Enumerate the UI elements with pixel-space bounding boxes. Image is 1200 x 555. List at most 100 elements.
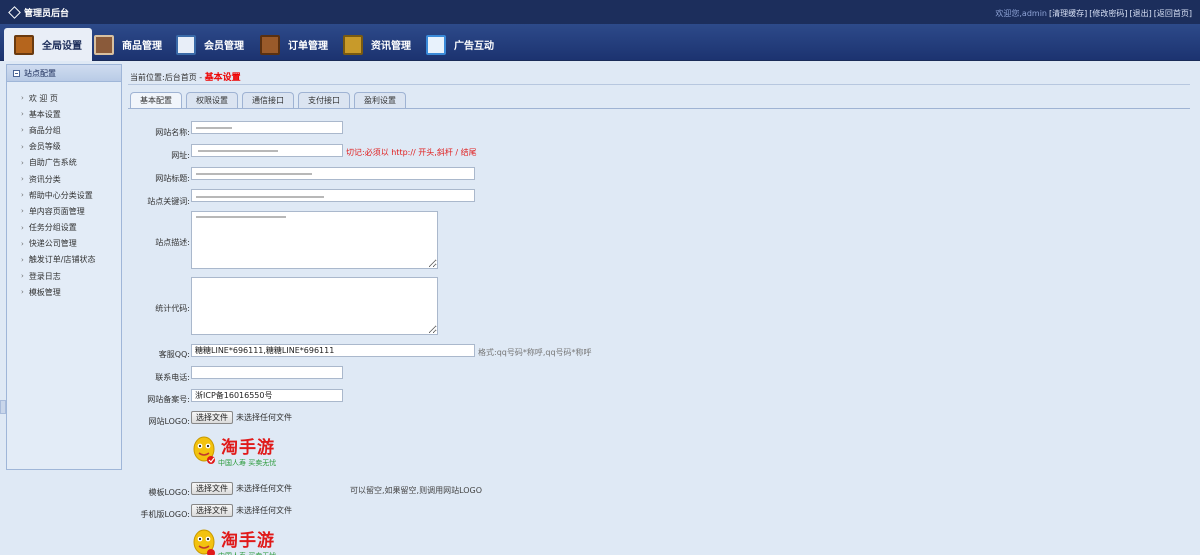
sidebar-item-trigger-status[interactable]: › 触发订单/店铺状态 — [7, 252, 121, 268]
sidebar-item-product-groups[interactable]: › 商品分组 — [7, 122, 121, 138]
sidebar-item-label: 单内容页面管理 — [28, 206, 85, 216]
url-label: 网址: — [171, 151, 190, 160]
template-logo-file-input[interactable]: 选择文件 未选择任何文件 — [191, 482, 292, 495]
stats-code-textarea[interactable] — [191, 277, 438, 335]
sidebar-item-welcome[interactable]: › 欢 迎 页 — [7, 90, 121, 106]
chevron-right-icon: › — [21, 272, 24, 281]
qq-label: 客服QQ: — [158, 350, 190, 359]
sidebar-item-label: 模板管理 — [28, 287, 61, 297]
tab-basic-config[interactable]: 基本配置 — [130, 92, 182, 108]
logo-slogan: 中国人寿 买卖无忧 — [218, 459, 277, 467]
chevron-right-icon: › — [21, 110, 24, 119]
redacted-text — [196, 216, 286, 218]
logo-slogan: 中国人寿 买卖无忧 — [218, 551, 276, 555]
chevron-right-icon: › — [21, 288, 24, 297]
sidebar-header[interactable]: 站点配置 — [7, 65, 121, 82]
change-password-link[interactable]: [修改密码] — [1089, 8, 1127, 19]
redacted-text — [196, 173, 312, 175]
site-name-label: 网站名称: — [155, 128, 190, 137]
choose-file-button[interactable]: 选择文件 — [191, 504, 233, 517]
tab-permissions[interactable]: 权限设置 — [186, 92, 238, 108]
sidebar-item-ad-system[interactable]: › 自助广告系统 — [7, 155, 121, 171]
nav-tab-news[interactable]: 资讯管理 — [343, 28, 411, 61]
breadcrumb-current: 基本设置 — [204, 73, 241, 83]
chevron-right-icon: › — [21, 255, 24, 264]
main-content: 当前位置:后台首页 - 基本设置 基本配置 权限设置 通信接口 支付接口 盈利设… — [128, 64, 1200, 555]
phone-input[interactable] — [191, 366, 343, 379]
sidebar-item-basic-settings[interactable]: › 基本设置 — [7, 106, 121, 122]
sidebar-menu: › 欢 迎 页 › 基本设置 › 商品分组 › 会员等级 › 自助广告系统 › 资讯分类 ›… — [7, 82, 121, 300]
nav-tab-global-settings[interactable]: 全局设置 — [4, 28, 92, 61]
file-status: 未选择任何文件 — [236, 413, 292, 422]
breadcrumb-prefix: 当前位置:后台首页 - — [130, 73, 205, 82]
redacted-text — [196, 127, 232, 129]
sidebar-item-member-levels[interactable]: › 会员等级 — [7, 139, 121, 155]
sidebar-item-couriers[interactable]: › 快递公司管理 — [7, 236, 121, 252]
breadcrumb: 当前位置:后台首页 - 基本设置 — [130, 70, 241, 83]
mobile-logo-preview: 淘手游 中国人寿 买卖无忧 — [192, 525, 288, 555]
sidebar-item-label: 商品分组 — [28, 125, 61, 135]
qq-input[interactable] — [191, 344, 475, 357]
sidebar-item-templates[interactable]: › 模板管理 — [7, 284, 121, 300]
clear-cache-link[interactable]: [清理缓存] — [1049, 8, 1087, 19]
sidebar-item-label: 任务分组设置 — [28, 223, 77, 233]
members-icon — [176, 34, 196, 55]
nav-tab-orders[interactable]: 订单管理 — [260, 28, 328, 61]
chevron-right-icon: › — [21, 175, 24, 184]
url-hint: 切记:必须以 http:// 开头,斜杆 / 结尾 — [346, 148, 477, 157]
sidebar-item-label: 欢 迎 页 — [28, 93, 58, 103]
sidebar-item-label: 触发订单/店铺状态 — [28, 255, 96, 265]
nav-tab-members[interactable]: 会员管理 — [176, 28, 244, 61]
app-title: 管理员后台 — [24, 9, 70, 19]
site-logo-label: 网站LOGO: — [148, 417, 190, 426]
sidebar-item-news-categories[interactable]: › 资讯分类 — [7, 171, 121, 187]
tab-comm-interface[interactable]: 通信接口 — [242, 92, 294, 108]
choose-file-button[interactable]: 选择文件 — [191, 411, 233, 424]
mobile-logo-label: 手机版LOGO: — [140, 510, 190, 519]
collapse-icon[interactable] — [13, 69, 20, 77]
nav-tab-label: 订单管理 — [288, 41, 328, 52]
qq-hint: 格式:qq号码*称呼,qq号码*称呼 — [478, 348, 592, 357]
logo-brand: 淘手游 — [221, 438, 275, 458]
choose-file-button[interactable]: 选择文件 — [191, 482, 233, 495]
chevron-right-icon: › — [21, 191, 24, 200]
stats-code-label: 统计代码: — [155, 304, 190, 313]
nav-tab-ads[interactable]: 广告互动 — [426, 28, 494, 61]
tab-profit-settings[interactable]: 盈利设置 — [354, 92, 406, 108]
logout-link[interactable]: [退出] — [1130, 8, 1152, 19]
site-title-label: 网站标题: — [155, 174, 190, 183]
sidebar-item-label: 快递公司管理 — [28, 239, 77, 249]
products-icon — [94, 34, 114, 55]
sidebar-item-login-log[interactable]: › 登录日志 — [7, 268, 121, 284]
sidebar-item-label: 资讯分类 — [28, 174, 61, 184]
sidebar-item-single-pages[interactable]: › 单内容页面管理 — [7, 203, 121, 219]
sidebar-item-label: 自助广告系统 — [28, 158, 77, 168]
mobile-logo-file-input[interactable]: 选择文件 未选择任何文件 — [191, 504, 292, 517]
nav-tab-products[interactable]: 商品管理 — [94, 28, 162, 61]
divider — [128, 84, 1190, 85]
site-logo-file-input[interactable]: 选择文件 未选择任何文件 — [191, 411, 292, 424]
template-logo-hint: 可以留空,如果留空,则调用网站LOGO — [350, 486, 483, 495]
tab-payment-interface[interactable]: 支付接口 — [298, 92, 350, 108]
logo-brand: 淘手游 — [221, 531, 275, 551]
nav-tab-label: 商品管理 — [122, 41, 162, 52]
user-links: 欢迎您,admin [清理缓存] [修改密码] [退出] [返回首页] — [995, 8, 1192, 19]
file-status: 未选择任何文件 — [236, 506, 292, 515]
redacted-text — [196, 196, 324, 198]
sidebar-toggle-handle[interactable] — [0, 400, 6, 414]
home-link[interactable]: [返回首页] — [1154, 8, 1192, 19]
icp-input[interactable] — [191, 389, 343, 402]
description-textarea[interactable] — [191, 211, 438, 269]
main-nav: 全局设置 商品管理 会员管理 订单管理 资讯管理 广告互动 — [0, 24, 1200, 61]
chevron-right-icon: › — [21, 239, 24, 248]
nav-tab-label: 资讯管理 — [371, 41, 411, 52]
welcome-text: 欢迎您,admin — [995, 9, 1047, 18]
sidebar-item-label: 帮助中心分类设置 — [28, 190, 93, 200]
sidebar-item-help-categories[interactable]: › 帮助中心分类设置 — [7, 187, 121, 203]
orders-icon — [260, 34, 280, 55]
brand-logo-icon — [8, 6, 21, 19]
sidebar-item-task-groups[interactable]: › 任务分组设置 — [7, 220, 121, 236]
description-label: 站点描述: — [155, 238, 190, 247]
chevron-right-icon: › — [21, 207, 24, 216]
keywords-label: 站点关键词: — [147, 197, 190, 206]
